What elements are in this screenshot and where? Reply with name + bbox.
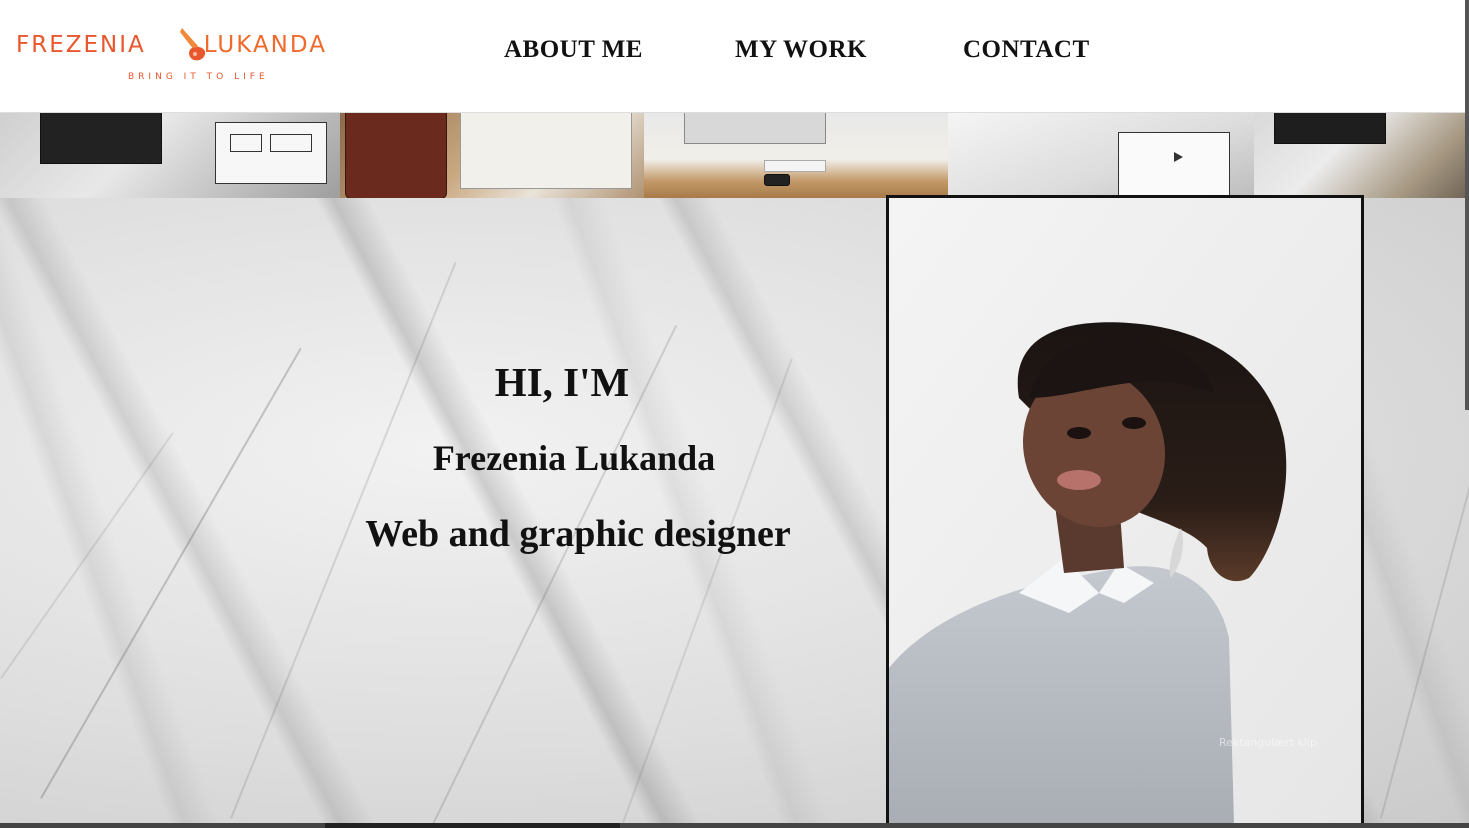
hero-name: Frezenia Lukanda bbox=[432, 438, 716, 478]
site-header: FREZENIA LUKANDA BRING IT TO LIFE ABOUT M… bbox=[0, 0, 1469, 113]
nav-my-work[interactable]: MY WORK bbox=[735, 36, 867, 72]
portrait-photo: Rektangulært klip bbox=[886, 195, 1364, 827]
photo-tile-desk-computer bbox=[644, 112, 948, 198]
logo-tagline: BRING IT TO LIFE bbox=[128, 72, 269, 82]
logo-wordmark: FREZENIA LUKANDA bbox=[16, 32, 327, 58]
photo-tile-tablet-sketches bbox=[0, 112, 340, 198]
pencil-hand-icon bbox=[180, 28, 206, 61]
photo-tile-laptop bbox=[1254, 112, 1469, 198]
hero-greeting: HI, I'M bbox=[494, 359, 630, 405]
page-scrollbar[interactable] bbox=[1465, 0, 1469, 410]
clip-overlay-label: Rektangulært klip bbox=[1219, 736, 1317, 749]
photo-tile-wireframes bbox=[948, 112, 1254, 198]
hero-role: Web and graphic designer bbox=[365, 513, 791, 555]
bottom-bar-segment bbox=[325, 823, 620, 828]
nav-contact[interactable]: CONTACT bbox=[963, 36, 1090, 72]
portrait-illustration bbox=[889, 198, 1361, 824]
photo-tile-notebook bbox=[340, 112, 644, 198]
logo-last-name: LUKANDA bbox=[203, 32, 327, 58]
nav-about-me[interactable]: ABOUT ME bbox=[504, 36, 643, 72]
site-logo[interactable]: FREZENIA LUKANDA BRING IT TO LIFE bbox=[16, 26, 376, 86]
bottom-edge-bar bbox=[0, 823, 1469, 828]
workspace-photo-strip bbox=[0, 112, 1469, 198]
logo-first-name: FREZENIA bbox=[16, 32, 146, 58]
